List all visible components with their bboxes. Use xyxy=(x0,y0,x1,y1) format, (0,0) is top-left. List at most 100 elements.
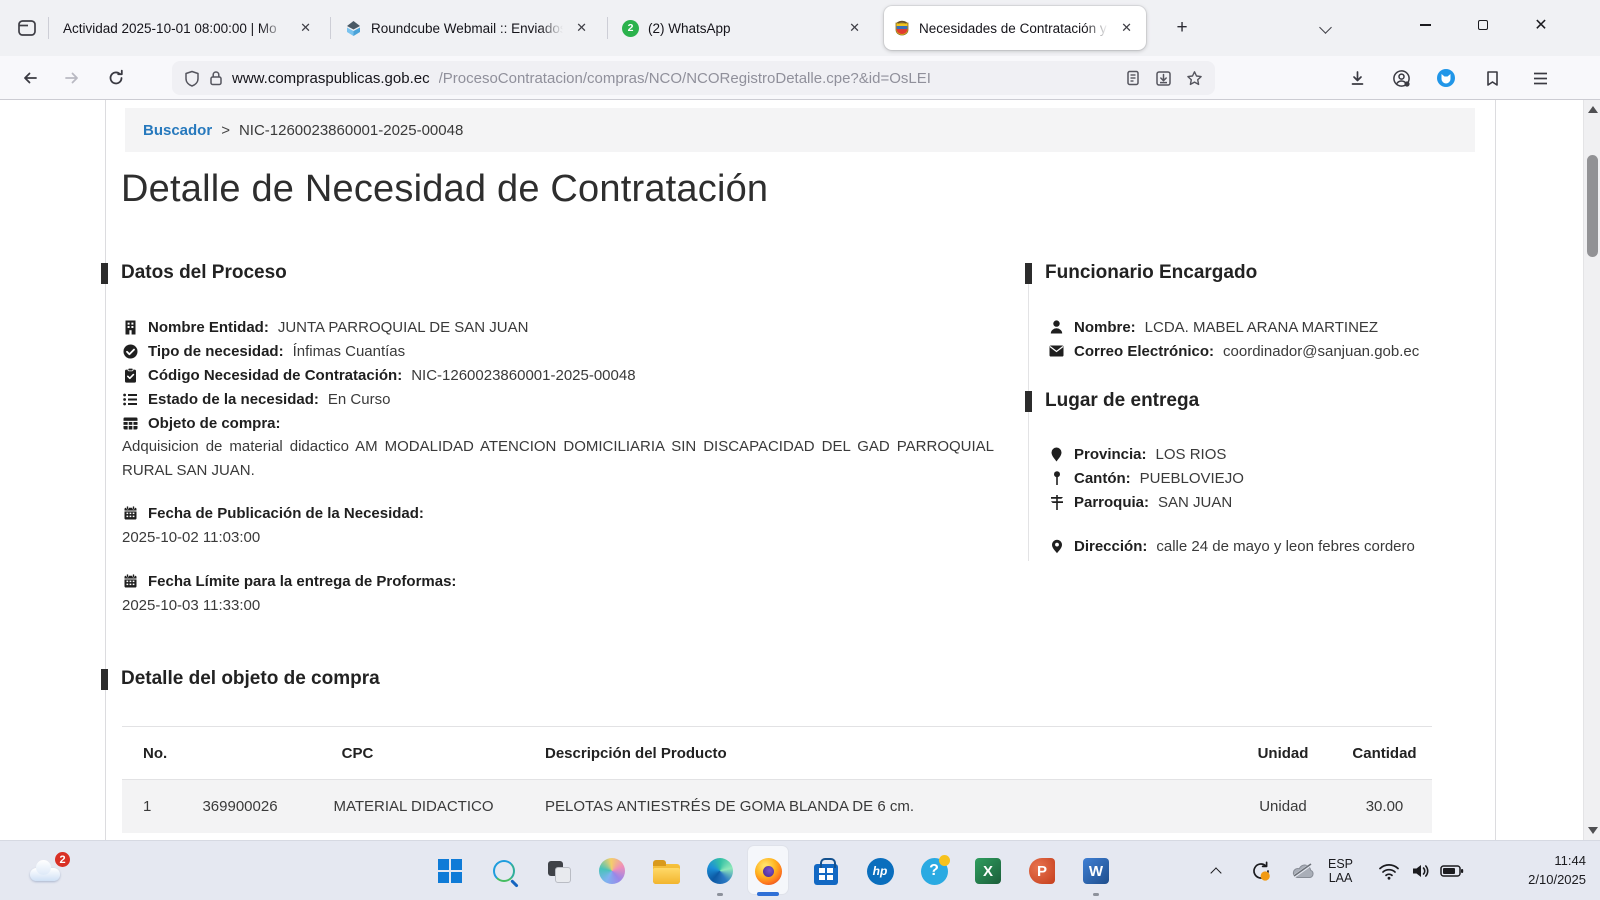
window-restore-button[interactable] xyxy=(1458,0,1508,50)
extension-fox-icon[interactable] xyxy=(1430,62,1462,94)
calendar-icon xyxy=(122,574,139,588)
clock-time: 11:44 xyxy=(1528,851,1586,870)
window-minimize-button[interactable] xyxy=(1400,0,1450,50)
task-view-icon xyxy=(546,859,570,883)
store-button[interactable] xyxy=(811,856,841,886)
detail-table: No. CPC Descripción del Producto Unidad … xyxy=(122,726,1432,833)
whatsapp-badge-icon: 2 xyxy=(622,20,639,37)
back-button[interactable] xyxy=(14,62,46,94)
taskbar-clock[interactable]: 11:44 2/10/2025 xyxy=(1528,851,1586,889)
tab-close-icon[interactable]: ✕ xyxy=(1117,18,1136,38)
scroll-down-arrow[interactable] xyxy=(1588,827,1598,834)
cell-descripcion: PELOTAS ANTIESTRÉS DE GOMA BLANDA DE 6 c… xyxy=(531,780,1229,833)
tab-necesidades-active[interactable]: Necesidades de Contratación y ✕ xyxy=(884,6,1146,50)
firefox-icon xyxy=(755,858,782,885)
folder-icon xyxy=(653,864,680,884)
field-funcionario-correo: Correo Electrónico: coordinador@sanjuan.… xyxy=(1048,339,1419,363)
new-tab-button[interactable]: + xyxy=(1168,14,1196,42)
field-label: Tipo de necesidad: xyxy=(148,343,284,360)
wifi-icon[interactable] xyxy=(1374,841,1404,900)
shield-icon[interactable] xyxy=(184,70,200,87)
sync-tray-icon[interactable] xyxy=(1244,841,1278,900)
reader-mode-icon[interactable] xyxy=(1125,70,1141,86)
tab-close-icon[interactable]: ✕ xyxy=(845,18,864,38)
tab-whatsapp[interactable]: 2 (2) WhatsApp ✕ xyxy=(614,13,872,43)
hp-button[interactable]: hp xyxy=(865,856,895,886)
task-view-button[interactable] xyxy=(543,856,573,886)
edge-icon xyxy=(707,858,733,884)
section-marker xyxy=(1025,263,1032,284)
field-direccion: Dirección: calle 24 de mayo y leon febre… xyxy=(1048,534,1415,558)
powerpoint-letter: P xyxy=(1037,863,1047,880)
menu-icon[interactable] xyxy=(1524,62,1556,94)
field-value: LCDA. MABEL ARANA MARTINEZ xyxy=(1145,319,1378,336)
firefox-view-icon[interactable] xyxy=(12,13,42,43)
keyboard-layout: LAA xyxy=(1328,871,1353,885)
forward-button[interactable] xyxy=(56,62,88,94)
windows-logo-icon xyxy=(438,859,462,883)
field-label: Objeto de compra: xyxy=(148,415,281,432)
field-nombre-entidad: Nombre Entidad: JUNTA PARROQUIAL DE SAN … xyxy=(122,315,528,339)
firefox-button[interactable] xyxy=(753,856,783,886)
field-label: Correo Electrónico: xyxy=(1074,343,1214,360)
account-icon[interactable] xyxy=(1385,62,1417,94)
tab-close-icon[interactable]: ✕ xyxy=(572,18,591,38)
chevron-down-icon xyxy=(1319,21,1332,34)
tab-actividad[interactable]: Actividad 2025-10-01 08:00:00 | Mo ✕ xyxy=(55,13,323,43)
building-icon xyxy=(122,320,139,335)
onedrive-offline-icon[interactable] xyxy=(1286,841,1320,900)
tab-roundcube[interactable]: Roundcube Webmail :: Enviados ✕ xyxy=(337,13,599,43)
volume-icon[interactable] xyxy=(1406,841,1436,900)
field-value: En Curso xyxy=(328,391,391,408)
field-value: LOS RIOS xyxy=(1156,446,1227,463)
powerpoint-icon: P xyxy=(1029,858,1055,884)
battery-icon[interactable] xyxy=(1436,841,1468,900)
notification-badge: 2 xyxy=(54,851,71,868)
excel-button[interactable]: X xyxy=(973,856,1003,886)
cell-cantidad: 30.00 xyxy=(1337,780,1432,833)
copilot-button[interactable] xyxy=(597,856,627,886)
language-indicator[interactable]: ESPLAA xyxy=(1328,841,1364,900)
field-parroquia: Parroquia: SAN JUAN xyxy=(1048,490,1232,514)
section-heading: Lugar de entrega xyxy=(1045,390,1199,412)
field-label: Provincia: xyxy=(1074,446,1147,463)
word-button[interactable]: W xyxy=(1081,856,1111,886)
powerpoint-button[interactable]: P xyxy=(1027,856,1057,886)
field-label: Parroquia: xyxy=(1074,494,1149,511)
breadcrumb-link-buscador[interactable]: Buscador xyxy=(143,122,212,139)
weather-widget[interactable]: 2 xyxy=(28,859,64,881)
lock-icon[interactable] xyxy=(209,70,223,86)
url-bar[interactable]: www.compraspublicas.gob.ec /ProcesoContr… xyxy=(172,61,1215,95)
field-value: NIC-1260023860001-2025-00048 xyxy=(411,367,635,384)
reload-button[interactable] xyxy=(100,62,132,94)
tab-close-icon[interactable]: ✕ xyxy=(296,18,315,38)
browser-scrollbar[interactable] xyxy=(1583,100,1600,840)
list-all-tabs-button[interactable] xyxy=(1312,16,1338,38)
extensions-ribbon-icon[interactable] xyxy=(1476,62,1508,94)
search-button[interactable] xyxy=(489,856,519,886)
bookmark-star-icon[interactable] xyxy=(1186,70,1203,87)
save-page-icon[interactable] xyxy=(1155,70,1172,87)
field-label: Estado de la necesidad: xyxy=(148,391,319,408)
tab-title: (2) WhatsApp xyxy=(648,21,836,36)
help-button[interactable]: ? xyxy=(919,856,949,886)
scroll-up-arrow[interactable] xyxy=(1588,106,1598,113)
start-button[interactable] xyxy=(435,856,465,886)
file-explorer-button[interactable] xyxy=(651,856,681,886)
tray-expand-button[interactable] xyxy=(1212,841,1236,900)
taskbar: 2 hp ? X P W ESPLAA 11:44 2/10/2025 xyxy=(0,840,1600,900)
breadcrumb-current: NIC-1260023860001-2025-00048 xyxy=(239,122,463,139)
help-icon: ? xyxy=(921,858,948,885)
window-close-button[interactable]: ✕ xyxy=(1516,0,1566,50)
url-path: /ProcesoContratacion/compras/NCO/NCORegi… xyxy=(439,70,1116,87)
table-icon xyxy=(122,417,139,430)
restore-icon xyxy=(1478,20,1488,30)
right-column-border xyxy=(1028,263,1029,561)
scrollbar-thumb[interactable] xyxy=(1587,155,1598,257)
page-content: Buscador > NIC-1260023860001-2025-00048 … xyxy=(0,100,1600,840)
edge-button[interactable] xyxy=(705,856,735,886)
field-label: Código Necesidad de Contratación: xyxy=(148,367,402,384)
downloads-icon[interactable] xyxy=(1341,62,1373,94)
table-header-row: No. CPC Descripción del Producto Unidad … xyxy=(122,727,1432,780)
user-icon xyxy=(1048,320,1065,334)
